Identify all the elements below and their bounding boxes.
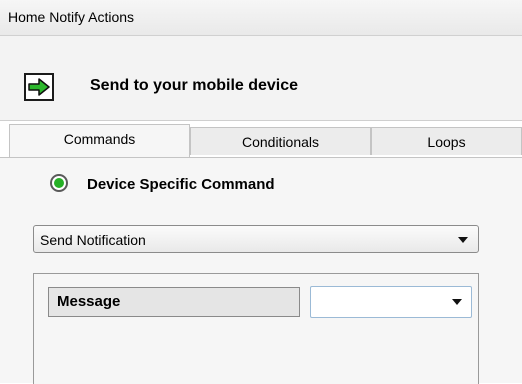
command-select[interactable]: Send Notification: [33, 225, 479, 253]
command-select-value: Send Notification: [40, 232, 146, 248]
device-specific-command-label: Device Specific Command: [87, 176, 275, 193]
window-title: Home Notify Actions: [8, 9, 135, 25]
message-select[interactable]: [310, 286, 472, 318]
tab-strip: Commands Conditionals Loops: [0, 121, 522, 158]
action-header: Send to your mobile device: [0, 36, 522, 121]
chevron-down-icon: [458, 237, 468, 243]
tab-loops[interactable]: Loops: [371, 127, 522, 155]
device-specific-command-radio[interactable]: [50, 174, 68, 192]
tab-content: Device Specific Command Send Notificatio…: [0, 157, 522, 384]
green-arrow-right-icon[interactable]: [24, 73, 54, 101]
action-heading: Send to your mobile device: [90, 77, 299, 94]
message-label: Message: [48, 287, 300, 317]
parameters-panel: Message: [33, 273, 479, 384]
radio-selected-dot: [54, 178, 64, 188]
tab-commands[interactable]: Commands: [9, 124, 190, 158]
tab-conditionals[interactable]: Conditionals: [190, 127, 371, 155]
chevron-down-icon: [452, 299, 462, 305]
title-bar: Home Notify Actions: [0, 0, 522, 36]
